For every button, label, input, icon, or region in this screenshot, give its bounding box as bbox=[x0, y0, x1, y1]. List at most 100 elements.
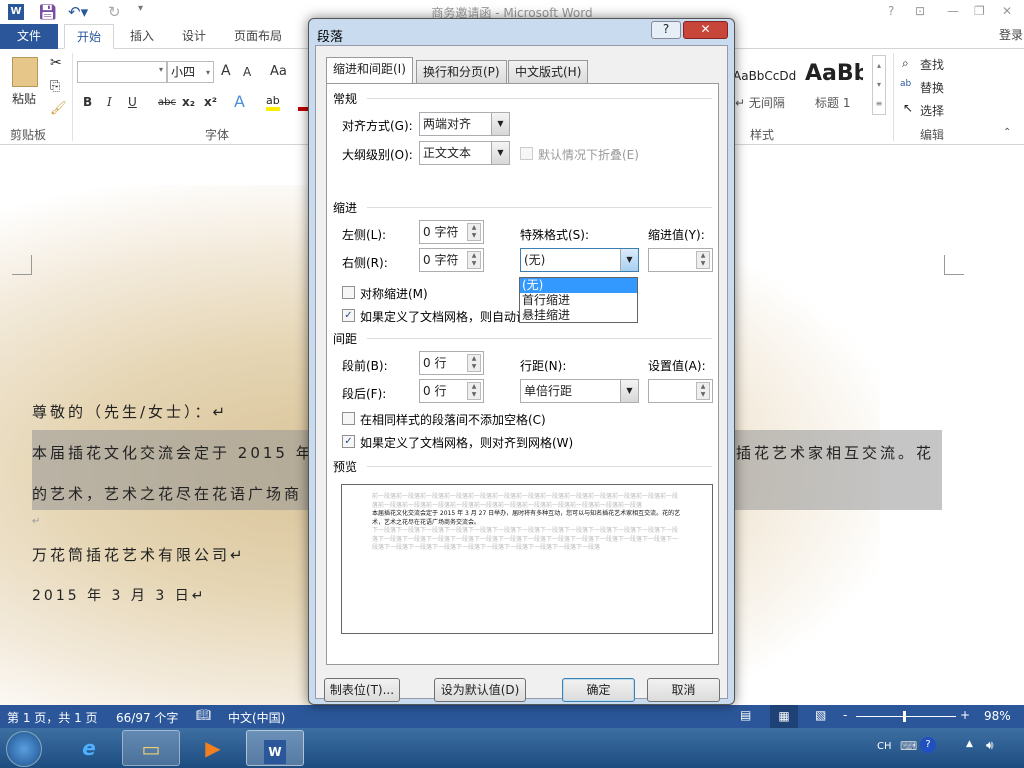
at-input[interactable]: ▲ ▼ bbox=[648, 379, 713, 403]
body-line2[interactable]: 的艺术，艺术之花尽在花语广场商 bbox=[32, 483, 302, 504]
grow-font-button[interactable]: A bbox=[221, 63, 231, 79]
tab-insert[interactable]: 插入 bbox=[118, 24, 166, 49]
collapse-checkbox[interactable] bbox=[520, 147, 533, 160]
indent-right-input[interactable]: 0 字符 ▲ ▼ bbox=[419, 248, 484, 272]
keyboard-icon[interactable]: ⌨ bbox=[900, 739, 917, 753]
dialog-close-button[interactable]: ✕ bbox=[683, 21, 728, 39]
underline-button[interactable]: U bbox=[128, 95, 137, 109]
text-effects-icon[interactable]: A bbox=[234, 92, 245, 111]
tab-indent-spacing[interactable]: 缩进和间距(I) bbox=[326, 57, 413, 84]
help-tray-icon[interactable]: ? bbox=[920, 737, 936, 753]
tab-design[interactable]: 设计 bbox=[170, 24, 218, 49]
select-button[interactable]: 选择 bbox=[920, 102, 944, 119]
replace-button[interactable]: 替换 bbox=[920, 79, 944, 96]
tab-file[interactable]: 文件 bbox=[0, 24, 58, 49]
zoom-out-button[interactable]: - bbox=[843, 708, 847, 722]
date[interactable]: 2015 年 3 月 3 日↵ bbox=[32, 585, 206, 605]
language[interactable]: 中文(中国) bbox=[228, 709, 285, 726]
ok-button[interactable]: 确定 bbox=[562, 678, 635, 702]
zoom-level[interactable]: 98% bbox=[984, 709, 1011, 723]
read-mode-icon[interactable]: ▤ bbox=[740, 708, 751, 722]
option-none[interactable]: (无) bbox=[520, 278, 637, 293]
copy-icon[interactable]: ⎘ bbox=[50, 79, 60, 94]
font-color-icon[interactable] bbox=[298, 107, 308, 111]
minimize-icon[interactable]: — bbox=[947, 4, 959, 18]
set-default-button[interactable]: 设为默认值(D) bbox=[434, 678, 526, 702]
subscript-button[interactable]: x₂ bbox=[182, 95, 195, 109]
paste-icon[interactable] bbox=[12, 57, 38, 87]
snap-grid-checkbox[interactable]: ✓ bbox=[342, 435, 355, 448]
no-space-checkbox[interactable] bbox=[342, 412, 355, 425]
cut-icon[interactable]: ✂ bbox=[50, 55, 62, 71]
word-taskbar-icon[interactable]: W bbox=[246, 730, 304, 766]
style-no-spacing-preview[interactable]: AaBbCcDd bbox=[733, 69, 796, 83]
auto-adjust-checkbox[interactable]: ✓ bbox=[342, 309, 355, 322]
explorer-icon[interactable]: ▭ bbox=[122, 730, 180, 766]
tab-asian-typography[interactable]: 中文版式(H) bbox=[508, 60, 589, 83]
outline-level-select[interactable]: 正文文本 ▼ bbox=[419, 141, 510, 165]
format-painter-icon[interactable]: 🖌︎ bbox=[50, 101, 67, 116]
style-heading1-label[interactable]: 标题 1 bbox=[815, 94, 850, 111]
dialog-help-button[interactable]: ? bbox=[651, 21, 681, 39]
shrink-font-button[interactable]: A bbox=[243, 65, 251, 79]
style-no-spacing-label[interactable]: ↵ 无间隔 bbox=[735, 94, 785, 111]
zoom-slider[interactable] bbox=[856, 716, 956, 717]
highlight-icon[interactable]: ab bbox=[266, 94, 280, 111]
find-button[interactable]: 查找 bbox=[920, 56, 944, 73]
alignment-label: 对齐方式(G): bbox=[342, 119, 413, 133]
web-layout-icon[interactable]: ▧ bbox=[815, 708, 826, 722]
option-first-line[interactable]: 首行缩进 bbox=[520, 293, 637, 308]
change-case-button[interactable]: Aa bbox=[270, 64, 287, 79]
help-icon[interactable]: ? bbox=[888, 4, 894, 18]
page-count[interactable]: 第 1 页，共 1 页 bbox=[7, 709, 98, 726]
font-name-input[interactable]: ▾ bbox=[77, 61, 167, 83]
space-before-input[interactable]: 0 行 ▲ ▼ bbox=[419, 351, 484, 375]
start-button[interactable] bbox=[6, 731, 42, 767]
option-hanging[interactable]: 悬挂缩进 bbox=[520, 308, 637, 323]
at-label: 设置值(A): bbox=[648, 359, 706, 373]
replace-icon[interactable]: ab bbox=[900, 79, 911, 89]
font-size-input[interactable]: 小四 ▾ bbox=[167, 61, 214, 83]
ribbon-display-icon[interactable]: ⊡ bbox=[915, 4, 925, 18]
tabs-button[interactable]: 制表位(T)... bbox=[324, 678, 400, 702]
volume-icon[interactable]: 🔊︎ bbox=[986, 738, 994, 753]
select-icon[interactable]: ↖ bbox=[903, 101, 913, 115]
company-name[interactable]: 万花筒插花艺术有限公司↵ bbox=[32, 544, 246, 565]
strikethrough-button[interactable]: abc bbox=[158, 97, 176, 108]
tab-layout[interactable]: 页面布局 bbox=[222, 24, 294, 49]
bold-button[interactable]: B bbox=[83, 95, 92, 109]
zoom-slider-thumb[interactable] bbox=[903, 711, 906, 722]
cancel-button[interactable]: 取消 bbox=[647, 678, 720, 702]
body-line1[interactable]: 本届插花文化交流会定于 2015 年 bbox=[32, 442, 314, 463]
superscript-button[interactable]: x² bbox=[204, 95, 217, 109]
word-count[interactable]: 66/97 个字 bbox=[116, 709, 178, 726]
zoom-in-button[interactable]: + bbox=[960, 708, 970, 722]
show-hidden-icons[interactable]: ▲ bbox=[966, 739, 973, 749]
media-player-icon[interactable]: ▶ bbox=[184, 730, 242, 766]
editing-group-label: 编辑 bbox=[920, 128, 945, 142]
body-line1-right[interactable]: 插花艺术家相互交流。花 bbox=[736, 442, 934, 463]
mirror-indent-checkbox[interactable] bbox=[342, 286, 355, 299]
login-link[interactable]: 登录 bbox=[999, 26, 1023, 43]
ie-icon[interactable]: e bbox=[60, 730, 118, 766]
line-spacing-select[interactable]: 单倍行距 ▼ bbox=[520, 379, 639, 403]
paste-button[interactable]: 粘贴 bbox=[12, 90, 36, 107]
proofing-icon[interactable]: 📖︎ bbox=[196, 708, 211, 722]
alignment-select[interactable]: 两端对齐 ▼ bbox=[419, 112, 510, 136]
special-select[interactable]: (无) ▼ bbox=[520, 248, 639, 272]
collapse-ribbon-icon[interactable]: ⌃ bbox=[1003, 127, 1011, 138]
salutation[interactable]: 尊敬的（先生/女士）：↵ bbox=[32, 401, 228, 422]
indent-by-input[interactable]: ▲ ▼ bbox=[648, 248, 713, 272]
style-heading1-preview[interactable]: AaBb bbox=[805, 61, 863, 86]
italic-button[interactable]: I bbox=[107, 95, 112, 109]
styles-scroll[interactable]: ▴ ▾ ≡ bbox=[872, 55, 886, 115]
close-icon[interactable]: ✕ bbox=[1002, 4, 1012, 18]
space-after-input[interactable]: 0 行 ▲ ▼ bbox=[419, 379, 484, 403]
indent-left-input[interactable]: 0 字符 ▲ ▼ bbox=[419, 220, 484, 244]
input-language[interactable]: CH bbox=[877, 741, 892, 752]
restore-icon[interactable]: ❐ bbox=[974, 4, 985, 18]
print-layout-icon[interactable]: ▦ bbox=[770, 705, 798, 728]
find-icon[interactable]: ⌕ bbox=[902, 56, 909, 71]
tab-home[interactable]: 开始 bbox=[64, 24, 115, 49]
tab-line-page-breaks[interactable]: 换行和分页(P) bbox=[416, 60, 507, 83]
